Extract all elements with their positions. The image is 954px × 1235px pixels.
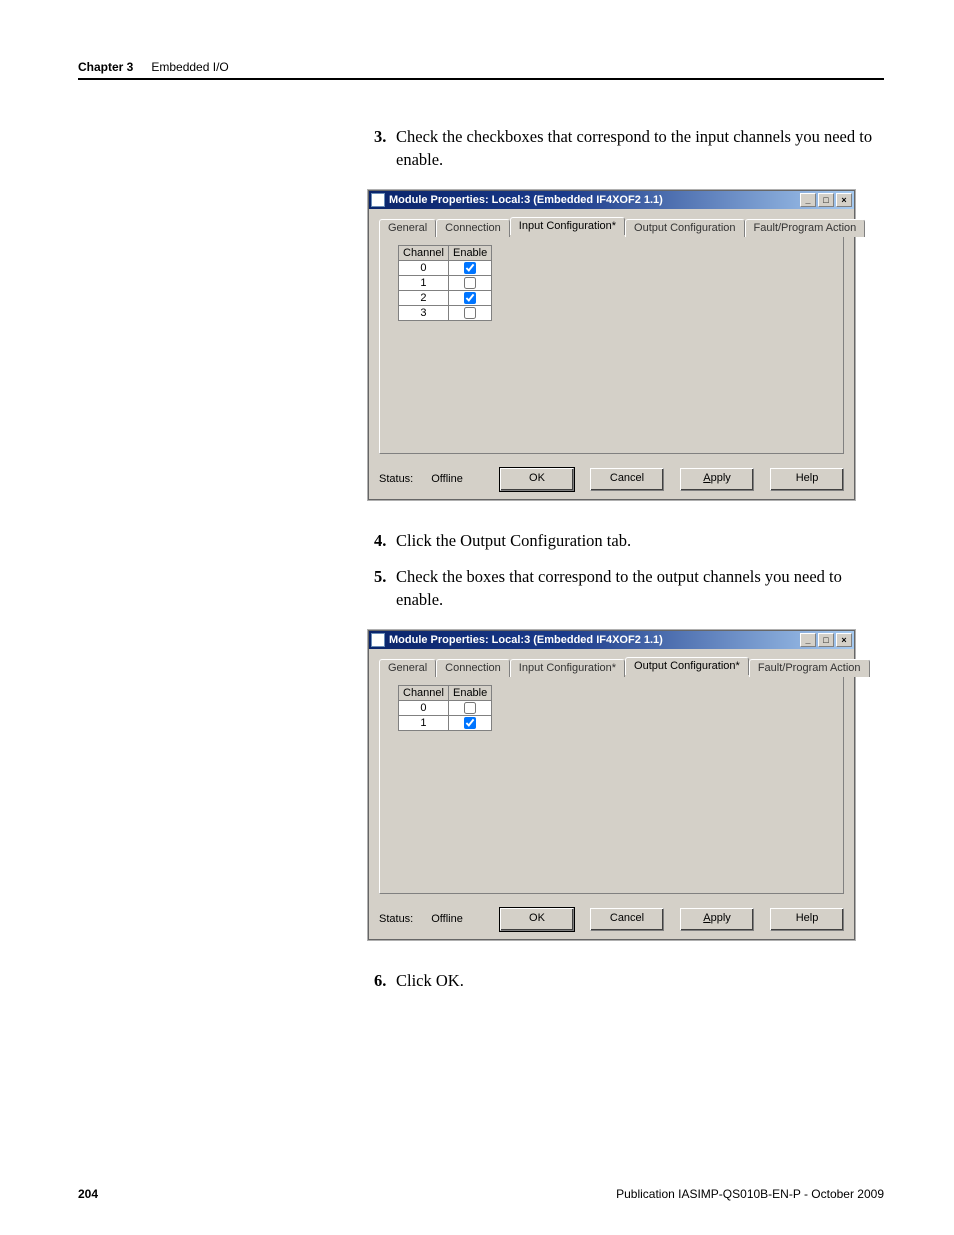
channel-cell: 1 xyxy=(399,715,449,730)
close-button[interactable]: × xyxy=(836,193,852,207)
step-number-6: 6. xyxy=(374,970,396,993)
table-row: 0 xyxy=(399,700,492,715)
step-number-5: 5. xyxy=(374,566,396,612)
header-rule xyxy=(78,78,884,80)
close-button[interactable]: × xyxy=(836,633,852,647)
section-label: Embedded I/O xyxy=(151,60,228,74)
page-number: 204 xyxy=(78,1187,98,1201)
status-label: Status: xyxy=(379,473,413,485)
tab-connection[interactable]: Connection xyxy=(436,659,510,677)
maximize-button[interactable]: □ xyxy=(818,193,834,207)
publication-info: Publication IASIMP-QS010B-EN-P - October… xyxy=(616,1187,884,1201)
enable-checkbox-3[interactable] xyxy=(464,307,476,319)
tab-fault-program-action[interactable]: Fault/Program Action xyxy=(745,219,866,237)
tab-general[interactable]: General xyxy=(379,219,436,237)
status-value: Offline xyxy=(431,913,463,925)
step-text-5: Check the boxes that correspond to the o… xyxy=(396,566,884,612)
module-properties-dialog-output: Module Properties: Local:3 (Embedded IF4… xyxy=(368,630,855,940)
channel-cell: 2 xyxy=(399,290,449,305)
col-channel: Channel xyxy=(399,245,449,260)
ok-button[interactable]: OK xyxy=(500,908,574,931)
step-text-3: Check the checkboxes that correspond to … xyxy=(396,126,884,172)
enable-checkbox-0[interactable] xyxy=(464,262,476,274)
table-row: 1 xyxy=(399,715,492,730)
window-title: Module Properties: Local:3 (Embedded IF4… xyxy=(389,194,800,206)
col-enable: Enable xyxy=(448,245,491,260)
apply-button[interactable]: Apply xyxy=(680,468,754,491)
maximize-button[interactable]: □ xyxy=(818,633,834,647)
enable-checkbox-0[interactable] xyxy=(464,702,476,714)
status-label: Status: xyxy=(379,913,413,925)
output-channel-table: Channel Enable 0 1 xyxy=(398,685,492,731)
step-text-6: Click OK. xyxy=(396,970,884,993)
enable-checkbox-1[interactable] xyxy=(464,277,476,289)
channel-cell: 0 xyxy=(399,700,449,715)
help-button[interactable]: Help xyxy=(770,468,844,491)
tab-input-configuration[interactable]: Input Configuration* xyxy=(510,217,625,235)
status-value: Offline xyxy=(431,473,463,485)
table-row: 0 xyxy=(399,260,492,275)
tab-output-configuration[interactable]: Output Configuration xyxy=(625,219,745,237)
cancel-button[interactable]: Cancel xyxy=(590,908,664,931)
col-channel: Channel xyxy=(399,685,449,700)
channel-cell: 0 xyxy=(399,260,449,275)
input-channel-table: Channel Enable 0 1 2 xyxy=(398,245,492,321)
step-number-4: 4. xyxy=(374,530,396,553)
tab-output-configuration[interactable]: Output Configuration* xyxy=(625,657,749,675)
enable-checkbox-1[interactable] xyxy=(464,717,476,729)
window-title: Module Properties: Local:3 (Embedded IF4… xyxy=(389,634,800,646)
enable-checkbox-2[interactable] xyxy=(464,292,476,304)
tab-input-configuration[interactable]: Input Configuration* xyxy=(510,659,625,677)
tab-fault-program-action[interactable]: Fault/Program Action xyxy=(749,659,870,677)
tab-general[interactable]: General xyxy=(379,659,436,677)
step-text-4: Click the Output Configuration tab. xyxy=(396,530,884,553)
channel-cell: 1 xyxy=(399,275,449,290)
col-enable: Enable xyxy=(448,685,491,700)
table-row: 1 xyxy=(399,275,492,290)
apply-button[interactable]: Apply xyxy=(680,908,754,931)
channel-cell: 3 xyxy=(399,305,449,320)
help-button[interactable]: Help xyxy=(770,908,844,931)
tab-connection[interactable]: Connection xyxy=(436,219,510,237)
step-number-3: 3. xyxy=(374,126,396,172)
chapter-label: Chapter 3 xyxy=(78,60,133,74)
window-icon xyxy=(371,633,385,647)
window-icon xyxy=(371,193,385,207)
minimize-button[interactable]: _ xyxy=(800,193,816,207)
module-properties-dialog-input: Module Properties: Local:3 (Embedded IF4… xyxy=(368,190,855,500)
table-row: 3 xyxy=(399,305,492,320)
table-row: 2 xyxy=(399,290,492,305)
cancel-button[interactable]: Cancel xyxy=(590,468,664,491)
minimize-button[interactable]: _ xyxy=(800,633,816,647)
ok-button[interactable]: OK xyxy=(500,468,574,491)
